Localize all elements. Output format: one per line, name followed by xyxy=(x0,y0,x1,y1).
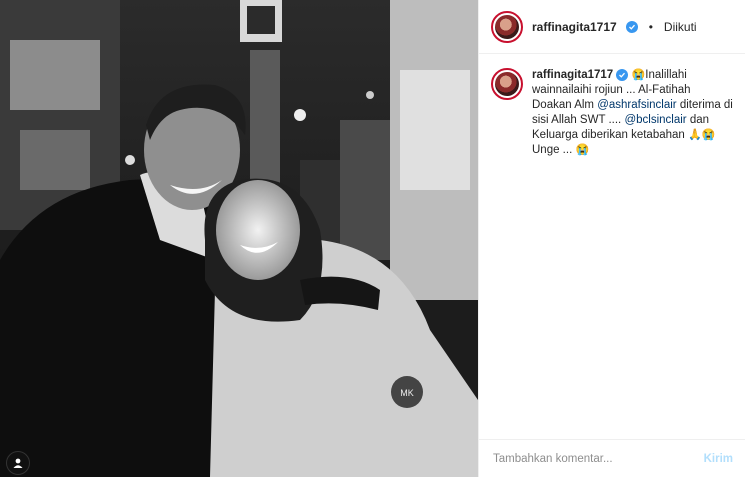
post-photo[interactable]: MK xyxy=(0,0,478,477)
comment-composer: Kirim xyxy=(479,439,745,477)
crying-emoji-icon: 😭 xyxy=(701,129,716,141)
comment-input[interactable] xyxy=(491,451,675,466)
author-username[interactable]: raffinagita1717 xyxy=(532,20,617,34)
caption-username[interactable]: raffinagita1717 xyxy=(532,69,613,81)
verified-badge-icon xyxy=(625,20,638,33)
header-separator: • xyxy=(648,19,653,34)
svg-text:MK: MK xyxy=(400,388,414,398)
post-header: raffinagita1717 • Diikuti xyxy=(479,0,745,54)
comments-section: raffinagita1717 😭Inalillahi wainnailaihi… xyxy=(479,54,745,439)
follow-status-button[interactable]: Diikuti xyxy=(664,20,697,34)
caption-line-4: Unge ... xyxy=(532,144,576,156)
caption-text: raffinagita1717 😭Inalillahi wainnailaihi… xyxy=(532,68,733,158)
praying-hands-emoji-icon: 🙏 xyxy=(688,129,702,141)
post-sidebar: raffinagita1717 • Diikuti raffinagita171… xyxy=(478,0,745,477)
caption-row: raffinagita1717 😭Inalillahi wainnailaihi… xyxy=(491,68,733,158)
mention-bclsinclair[interactable]: @bclsinclair xyxy=(624,114,686,126)
send-comment-button[interactable]: Kirim xyxy=(704,453,733,465)
crying-emoji-icon: 😭 xyxy=(575,144,590,156)
author-avatar[interactable] xyxy=(491,10,523,43)
verified-badge-icon xyxy=(616,68,629,81)
caption-avatar[interactable] xyxy=(491,68,523,100)
user-tag-icon xyxy=(13,458,23,468)
couple-photo-image: MK xyxy=(0,0,478,477)
mention-ashrafsinclair[interactable]: @ashrafsinclair xyxy=(597,99,676,111)
instagram-post: MK raffinagita1717 • Diikuti raffinagita… xyxy=(0,0,745,477)
crying-emoji-icon: 😭 xyxy=(631,69,646,81)
tag-people-button[interactable] xyxy=(6,451,30,475)
